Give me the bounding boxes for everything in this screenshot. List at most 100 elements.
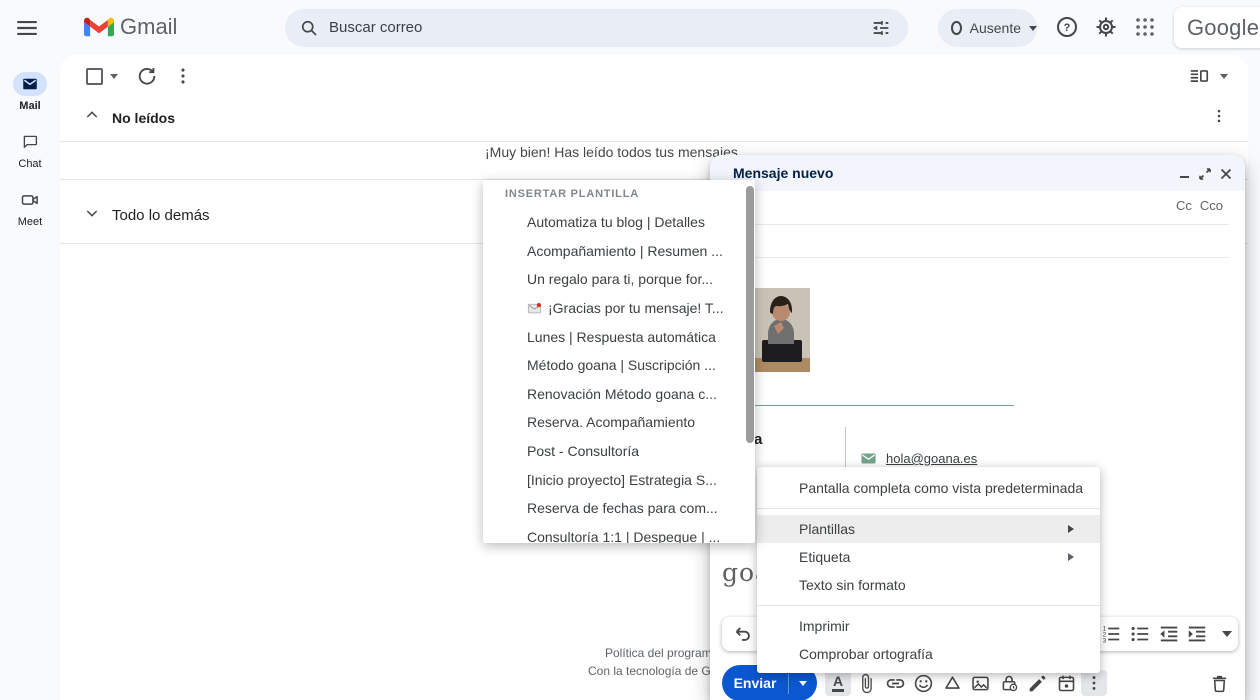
template-item-label: Consultoría 1:1 | Despegue | ... (527, 529, 720, 543)
settings-gear-icon[interactable] (1094, 15, 1118, 39)
template-item[interactable]: Post - Consultoría (483, 437, 755, 466)
menu-item-texto-sin-formato[interactable]: Texto sin formato (757, 571, 1100, 599)
template-item[interactable]: Método goana | Suscripción ... (483, 351, 755, 380)
menu-item-etiqueta[interactable]: Etiqueta (757, 543, 1100, 571)
calendar-event-icon[interactable] (1053, 670, 1079, 696)
compose-header[interactable]: Mensaje nuevo (710, 155, 1245, 191)
template-scrollbar-thumb[interactable] (746, 186, 754, 443)
sidebar-item-chat[interactable]: Chat (0, 130, 60, 170)
minimize-icon[interactable] (1177, 166, 1193, 182)
more-compose-options-icon[interactable] (1081, 670, 1107, 696)
text-formatting-button[interactable]: A (825, 670, 851, 696)
more-formatting-caret-icon[interactable] (1222, 631, 1232, 637)
format-a-icon: A (832, 674, 844, 692)
menu-item-fullscreen-default[interactable]: Pantalla completa como vista predetermin… (757, 474, 1100, 502)
unread-section-more-icon[interactable] (1210, 107, 1228, 125)
sidebar-item-mail[interactable]: Mail (0, 72, 60, 112)
gmail-logo-icon[interactable] (84, 15, 114, 39)
template-item[interactable]: Acompañamiento | Resumen ... (483, 237, 755, 266)
bulleted-list-icon[interactable] (1129, 623, 1151, 645)
insert-image-icon[interactable] (967, 670, 993, 696)
template-item-label: Reserva. Acompañamiento (527, 414, 695, 430)
template-item-label: [Inicio proyecto] Estrategia S... (527, 472, 717, 488)
reading-pane-caret-icon[interactable] (1220, 74, 1228, 79)
unread-section-header[interactable]: No leídos (112, 110, 175, 126)
numbered-list-icon[interactable]: 123 (1100, 623, 1122, 645)
meet-camera-icon (20, 190, 40, 210)
menu-item-label: Texto sin formato (799, 577, 906, 593)
refresh-icon[interactable] (136, 65, 160, 89)
template-item[interactable]: Consultoría 1:1 | Despegue | ... (483, 523, 755, 543)
template-item-label: ¡Gracias por tu mensaje! T... (548, 300, 724, 316)
google-logo-panel: Google (1174, 7, 1260, 48)
indent-increase-icon[interactable] (1186, 623, 1208, 645)
everything-else-chevron-down-icon[interactable] (84, 205, 100, 221)
hamburger-menu-icon[interactable] (14, 15, 40, 41)
search-input[interactable]: Buscar correo (329, 19, 422, 36)
sidebar-item-meet[interactable]: Meet (0, 188, 60, 228)
menu-item-comprobar-ortografia[interactable]: Comprobar ortografía (757, 640, 1100, 668)
signature-email-link[interactable]: hola@goana.es (886, 451, 977, 466)
popout-icon[interactable] (1197, 166, 1213, 182)
divider (60, 141, 1248, 142)
footer-program-policy-link[interactable]: Política del programa (605, 646, 718, 660)
attach-file-icon[interactable] (853, 670, 879, 696)
signature-divider (754, 405, 1014, 406)
menu-divider (757, 508, 1100, 509)
availability-status-chip[interactable]: Ausente (938, 9, 1037, 47)
template-item[interactable]: [Inicio proyecto] Estrategia S... (483, 465, 755, 494)
compose-options-context-menu: Pantalla completa como vista predetermin… (757, 467, 1100, 673)
menu-item-imprimir[interactable]: Imprimir (757, 612, 1100, 640)
select-all-checkbox[interactable] (86, 68, 103, 85)
more-options-icon[interactable] (172, 65, 196, 89)
undo-icon[interactable] (732, 623, 754, 645)
envelope-emoji-icon (527, 301, 542, 316)
template-item[interactable]: ¡Gracias por tu mensaje! T... (483, 294, 755, 323)
signature-photo (754, 288, 810, 372)
indent-decrease-icon[interactable] (1158, 623, 1180, 645)
search-filters-icon[interactable] (870, 17, 892, 39)
template-item-label: Renovación Método goana c... (527, 386, 717, 402)
status-label: Ausente (970, 20, 1021, 36)
template-item[interactable]: Renovación Método goana c... (483, 380, 755, 409)
bcc-button[interactable]: Cco (1200, 198, 1223, 213)
divider (726, 257, 1229, 258)
search-bar[interactable]: Buscar correo (285, 9, 908, 47)
insert-drive-icon[interactable] (939, 670, 965, 696)
reading-pane-toggle-icon[interactable] (1188, 65, 1212, 89)
chat-pill (13, 130, 47, 154)
menu-item-label: Etiqueta (799, 549, 850, 565)
meet-label: Meet (0, 216, 60, 228)
apps-grid-icon[interactable] (1133, 15, 1157, 39)
discard-draft-trash-icon[interactable] (1206, 670, 1232, 696)
everything-else-section-header[interactable]: Todo lo demás (112, 207, 210, 224)
insert-link-icon[interactable] (882, 670, 908, 696)
menu-item-plantillas[interactable]: Plantillas (757, 515, 1100, 543)
gmail-app: Gmail Buscar correo Ausente ? Google (0, 0, 1260, 700)
template-item-label: Reserva de fechas para com... (527, 500, 718, 516)
template-menu-header: INSERTAR PLANTILLA (505, 188, 639, 200)
nav-rail: Mail Chat Meet (0, 55, 60, 700)
empty-state-message: ¡Muy bien! Has leído todos tus mensajes. (485, 144, 742, 160)
template-item-label: Lunes | Respuesta automática (527, 329, 716, 345)
template-item[interactable]: Automatiza tu blog | Detalles (483, 208, 755, 237)
search-icon[interactable] (299, 18, 319, 38)
select-dropdown-caret-icon[interactable] (110, 74, 118, 79)
mail-label: Mail (0, 100, 60, 112)
close-icon[interactable] (1218, 166, 1234, 182)
template-item[interactable]: Reserva de fechas para com... (483, 494, 755, 523)
help-icon[interactable]: ? (1055, 15, 1079, 39)
menu-item-label: Comprobar ortografía (799, 646, 933, 662)
gmail-wordmark: Gmail (120, 14, 177, 40)
recipients-row: Cc Cco (1168, 198, 1223, 213)
template-item[interactable]: Reserva. Acompañamiento (483, 408, 755, 437)
template-item[interactable]: Un regalo para ti, porque for... (483, 265, 755, 294)
confidential-mode-icon[interactable] (996, 670, 1022, 696)
unread-collapse-chevron-up-icon[interactable] (84, 107, 100, 123)
cc-button[interactable]: Cc (1176, 198, 1192, 213)
menu-item-label: Imprimir (799, 618, 850, 634)
insert-emoji-icon[interactable] (910, 670, 936, 696)
template-item[interactable]: Lunes | Respuesta automática (483, 322, 755, 351)
template-item-label: Post - Consultoría (527, 443, 639, 459)
insert-signature-pen-icon[interactable] (1024, 670, 1050, 696)
